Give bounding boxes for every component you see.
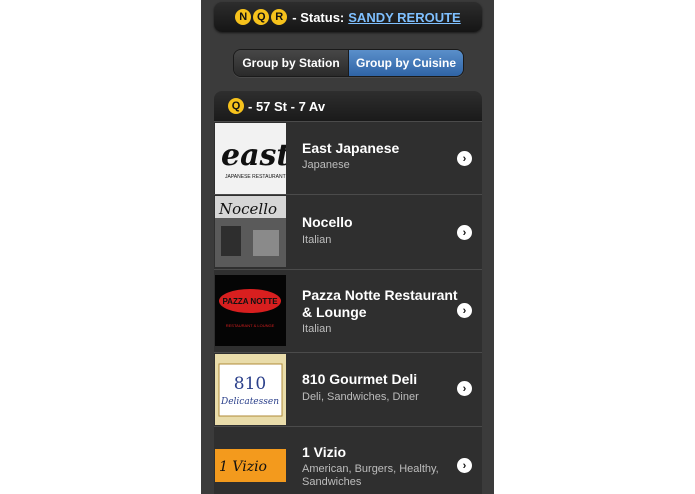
status-link[interactable]: SANDY REROUTE: [348, 10, 460, 25]
restaurant-row-810-gourmet-deli[interactable]: 810 Delicatessen 810 Gourmet Deli Deli, …: [214, 352, 482, 426]
restaurant-name: East Japanese: [302, 140, 400, 156]
svg-text:RESTAURANT & LOUNGE: RESTAURANT & LOUNGE: [226, 323, 275, 328]
chevron-right-icon: ›: [457, 151, 472, 166]
svg-text:PAZZA NOTTE: PAZZA NOTTE: [222, 297, 278, 306]
chevron-right-icon: ›: [457, 458, 472, 473]
chevron-right-icon: ›: [457, 303, 472, 318]
app-screen: N Q R - Status: SANDY REROUTE Group by S…: [201, 0, 494, 494]
restaurant-row-nocello[interactable]: Nocello Nocello Italian ›: [214, 194, 482, 269]
service-status-bar: N Q R - Status: SANDY REROUTE: [214, 2, 482, 32]
restaurant-name: 1 Vizio: [302, 444, 347, 460]
restaurant-list: east JAPANESE RESTAURANT East Japanese J…: [214, 121, 482, 494]
subway-line-q-icon: Q: [253, 9, 270, 25]
svg-text:Delicatessen: Delicatessen: [220, 397, 279, 407]
restaurant-cuisine: American, Burgers, Healthy, Sandwiches: [302, 463, 439, 488]
group-by-cuisine-button[interactable]: Group by Cuisine: [349, 50, 463, 76]
restaurant-cuisine: Deli, Sandwiches, Diner: [302, 391, 419, 403]
status-label: - Status:: [292, 9, 345, 25]
restaurant-name: 810 Gourmet Deli: [302, 371, 418, 387]
subway-line-r-icon: R: [271, 9, 288, 25]
restaurant-logo-nocello: Nocello: [215, 196, 286, 267]
restaurant-cuisine: Japanese: [302, 159, 350, 171]
svg-text:Nocello: Nocello: [218, 200, 277, 218]
svg-text:1 Vizio: 1 Vizio: [219, 459, 267, 475]
station-name: - 57 St - 7 Av: [248, 98, 326, 114]
subway-line-n-icon: N: [235, 9, 252, 25]
restaurant-cuisine: Italian: [302, 323, 332, 335]
chevron-right-icon: ›: [457, 225, 472, 240]
restaurant-logo-east-japanese: east JAPANESE RESTAURANT: [215, 123, 286, 194]
restaurant-name: Pazza Notte Restaurant & Lounge: [302, 287, 458, 320]
restaurant-row-pazza-notte[interactable]: PAZZA NOTTE RESTAURANT & LOUNGE Pazza No…: [214, 269, 482, 352]
restaurant-row-east-japanese[interactable]: east JAPANESE RESTAURANT East Japanese J…: [214, 121, 482, 194]
restaurant-logo-1-vizio: 1 Vizio: [215, 449, 286, 482]
restaurant-name: Nocello: [302, 214, 353, 230]
restaurant-logo-pazza-notte: PAZZA NOTTE RESTAURANT & LOUNGE: [215, 275, 286, 346]
svg-text:JAPANESE RESTAURANT: JAPANESE RESTAURANT: [225, 174, 286, 180]
subway-line-q-icon: Q: [228, 98, 244, 114]
restaurant-logo-810-gourmet-deli: 810 Delicatessen: [215, 354, 286, 425]
svg-text:810: 810: [234, 374, 266, 394]
group-by-station-button[interactable]: Group by Station: [234, 50, 349, 76]
restaurant-row-1-vizio[interactable]: 1 Vizio 1 Vizio American, Burgers, Healt…: [214, 426, 482, 494]
restaurant-cuisine: Italian: [302, 234, 332, 246]
group-toggle: Group by Station Group by Cuisine: [233, 49, 464, 77]
svg-text:east: east: [221, 138, 286, 173]
chevron-right-icon: ›: [457, 381, 472, 396]
station-header: Q - 57 St - 7 Av: [214, 91, 482, 121]
